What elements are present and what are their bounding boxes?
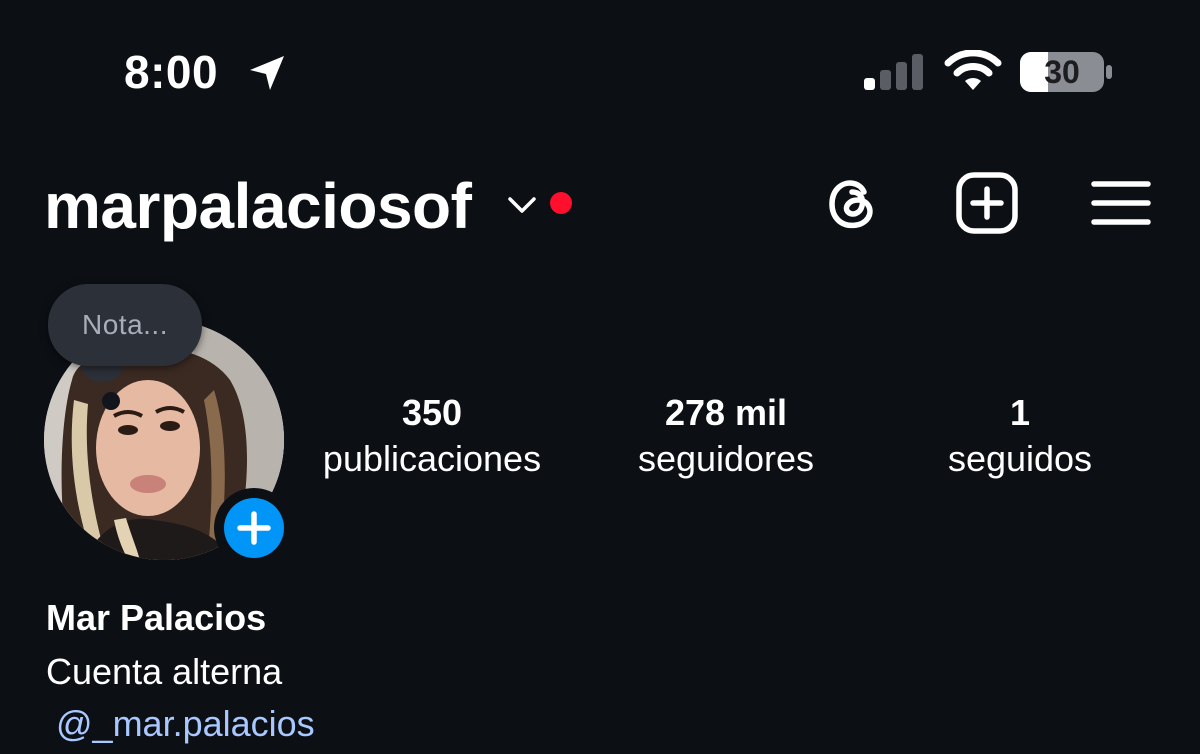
stat-followers[interactable]: 278 mil seguidores <box>606 392 846 484</box>
stat-label: seguidos <box>947 438 1093 479</box>
note-placeholder[interactable]: Nota... <box>48 284 202 366</box>
plus-icon <box>237 511 271 545</box>
notification-dot <box>550 192 572 214</box>
profile-full-name: Mar Palacios <box>46 597 267 638</box>
stat-following[interactable]: 1 seguidos <box>910 392 1130 484</box>
profile-bio: Cuenta alterna <box>46 651 283 692</box>
stat-label: publicaciones <box>322 438 542 479</box>
stat-value: 1 <box>1009 392 1031 433</box>
location-arrow-icon <box>250 56 284 90</box>
profile-screen: 8:00 30 marpalaciosof Nota... 350 public… <box>0 0 1200 754</box>
add-post-icon[interactable] <box>954 170 1020 236</box>
threads-icon[interactable] <box>818 170 884 236</box>
profile-username[interactable]: marpalaciosof <box>44 168 472 244</box>
chevron-down-icon[interactable] <box>506 190 538 218</box>
menu-icon[interactable] <box>1088 170 1154 236</box>
note-bubble-dot <box>102 392 120 410</box>
stat-value: 278 mil <box>664 392 788 433</box>
bio-mention-link[interactable]: @_mar.palacios <box>56 702 315 746</box>
add-story-circle[interactable] <box>224 498 284 558</box>
wifi-icon <box>944 50 1002 90</box>
stat-label: seguidores <box>637 438 815 479</box>
stat-value: 350 <box>401 392 463 433</box>
battery-level: 30 <box>1044 54 1080 90</box>
stat-posts[interactable]: 350 publicaciones <box>300 392 564 484</box>
cellular-signal-icon <box>864 54 923 90</box>
add-story-button[interactable] <box>214 488 294 568</box>
status-time: 8:00 <box>124 46 219 98</box>
